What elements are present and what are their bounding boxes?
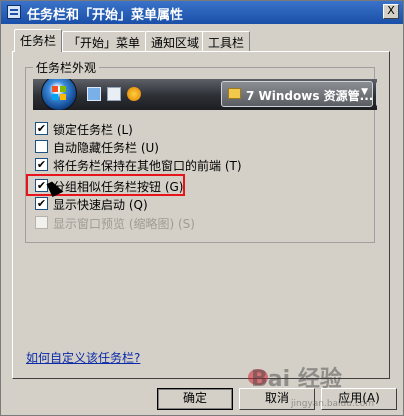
option-label: 锁定任务栏 (L) bbox=[53, 123, 133, 137]
checkbox-window-preview bbox=[35, 216, 48, 229]
task-button-label: 7 Windows 资源管... bbox=[246, 89, 374, 103]
tab-toolbars[interactable]: 工具栏 bbox=[202, 31, 251, 51]
desktop-icon bbox=[87, 87, 101, 101]
customize-taskbar-link[interactable]: 如何自定义该任务栏? bbox=[26, 349, 140, 366]
option-label: 将任务栏保持在其他窗口的前端 (T) bbox=[53, 159, 242, 173]
checkbox-auto-hide[interactable] bbox=[35, 140, 48, 153]
title-bar[interactable]: 任务栏和「开始」菜单属性 X bbox=[1, 1, 403, 24]
baidu-watermark: Bai 经验 bbox=[248, 361, 342, 393]
tab-taskbar[interactable]: 任务栏 bbox=[14, 29, 63, 52]
close-button[interactable]: X bbox=[383, 4, 399, 19]
watermark-url: jingyan.baidu.com bbox=[291, 399, 375, 409]
tab-notification-area[interactable]: 通知区域 bbox=[145, 31, 206, 51]
option-label: 自动隐藏任务栏 (U) bbox=[53, 141, 159, 155]
option-label: 显示快速启动 (Q) bbox=[53, 198, 148, 212]
taskbar-button-preview: 7 Windows 资源管... ▼ bbox=[221, 81, 373, 107]
tab-panel-taskbar: 任务栏外观 7 Windows 资源管... ▼ ✔ 锁定任务栏 (L) 自动隐… bbox=[12, 51, 390, 379]
mediaplayer-icon bbox=[127, 87, 141, 101]
ok-button[interactable]: 确定 bbox=[157, 388, 233, 410]
folder-icon bbox=[228, 88, 241, 99]
checkbox-keep-on-top[interactable]: ✔ bbox=[35, 158, 48, 171]
watermark-text: Bai 经验 bbox=[251, 367, 342, 392]
taskbar-properties-dialog: 任务栏和「开始」菜单属性 X 任务栏 「开始」菜单 通知区域 工具栏 任务栏外观… bbox=[0, 0, 404, 416]
start-orb-icon bbox=[41, 79, 77, 110]
tab-start-menu[interactable]: 「开始」菜单 bbox=[62, 31, 147, 51]
checkbox-quick-launch[interactable]: ✔ bbox=[35, 197, 48, 210]
chevron-down-icon: ▼ bbox=[361, 87, 368, 97]
window-title: 任务栏和「开始」菜单属性 bbox=[27, 8, 184, 23]
window-icon bbox=[107, 87, 121, 101]
group-label: 任务栏外观 bbox=[33, 59, 100, 76]
window-icon bbox=[7, 5, 21, 19]
option-label: 显示窗口预览 (缩略图) (S) bbox=[53, 217, 195, 231]
taskbar-button-preview-2 bbox=[376, 81, 377, 107]
taskbar-preview: 7 Windows 资源管... ▼ bbox=[33, 79, 377, 110]
checkbox-lock-taskbar[interactable]: ✔ bbox=[35, 122, 48, 135]
